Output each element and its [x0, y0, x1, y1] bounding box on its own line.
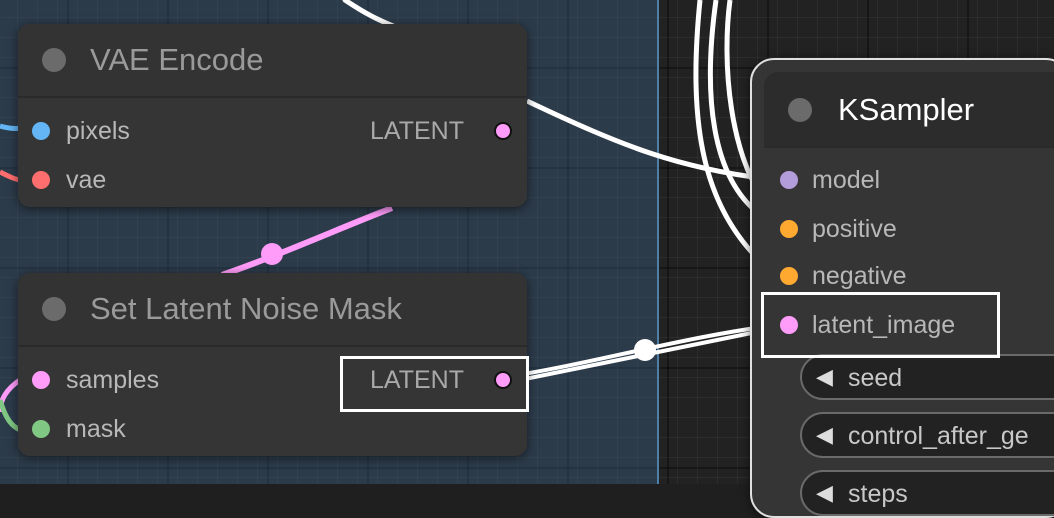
node-title: KSampler — [838, 92, 975, 127]
collapse-dot-icon[interactable] — [42, 48, 66, 72]
input-label-mask: mask — [66, 415, 126, 443]
input-label-model: model — [812, 166, 881, 194]
input-slot-pixels-icon[interactable] — [32, 122, 50, 140]
node-title: Set Latent Noise Mask — [90, 291, 402, 326]
highlight-latent-image-input — [761, 292, 1000, 358]
input-slot-negative-icon[interactable] — [780, 267, 798, 285]
link-midpoint-latent[interactable] — [261, 243, 283, 265]
widget-seed[interactable]: ◀ seed — [800, 354, 1054, 400]
input-slot-vae-icon[interactable] — [32, 171, 50, 189]
link-vae-incoming[interactable] — [0, 169, 21, 183]
left-arrow-icon[interactable]: ◀ — [816, 364, 833, 390]
input-slot-mask-icon[interactable] — [32, 420, 50, 438]
node-header[interactable]: Set Latent Noise Mask — [18, 273, 527, 347]
input-slot-model-icon[interactable] — [780, 171, 798, 189]
node-vae-encode[interactable]: VAE Encode pixels vae LATENT — [18, 24, 527, 207]
node-header[interactable]: VAE Encode — [18, 24, 527, 98]
node-ksampler[interactable]: KSampler model positive negative latent_… — [750, 58, 1054, 518]
input-label-positive: positive — [812, 215, 897, 243]
widget-label: steps — [848, 480, 908, 508]
link-mask-incoming[interactable] — [0, 399, 22, 433]
input-slot-positive-icon[interactable] — [780, 220, 798, 238]
collapse-dot-icon[interactable] — [788, 98, 812, 122]
output-label-latent: LATENT — [370, 117, 464, 145]
input-label-samples: samples — [66, 366, 160, 394]
widget-steps[interactable]: ◀ steps — [800, 470, 1054, 516]
link-midpoint[interactable] — [634, 339, 656, 361]
input-label-vae: vae — [66, 166, 107, 194]
widget-label: control_after_ge — [848, 422, 1029, 450]
input-label-negative: negative — [812, 262, 907, 290]
node-title: VAE Encode — [90, 42, 264, 77]
widget-label: seed — [848, 364, 903, 392]
left-arrow-icon[interactable]: ◀ — [816, 422, 833, 448]
collapse-dot-icon[interactable] — [42, 297, 66, 321]
output-slot-latent-icon[interactable] — [494, 122, 512, 140]
input-slot-samples-icon[interactable] — [32, 371, 50, 389]
node-header[interactable]: KSampler — [764, 72, 1054, 148]
widget-control-after-generate[interactable]: ◀ control_after_ge — [800, 412, 1054, 458]
input-label-pixels: pixels — [66, 117, 130, 145]
highlight-latent-output — [340, 356, 529, 412]
link-latent-samples[interactable] — [221, 205, 394, 278]
